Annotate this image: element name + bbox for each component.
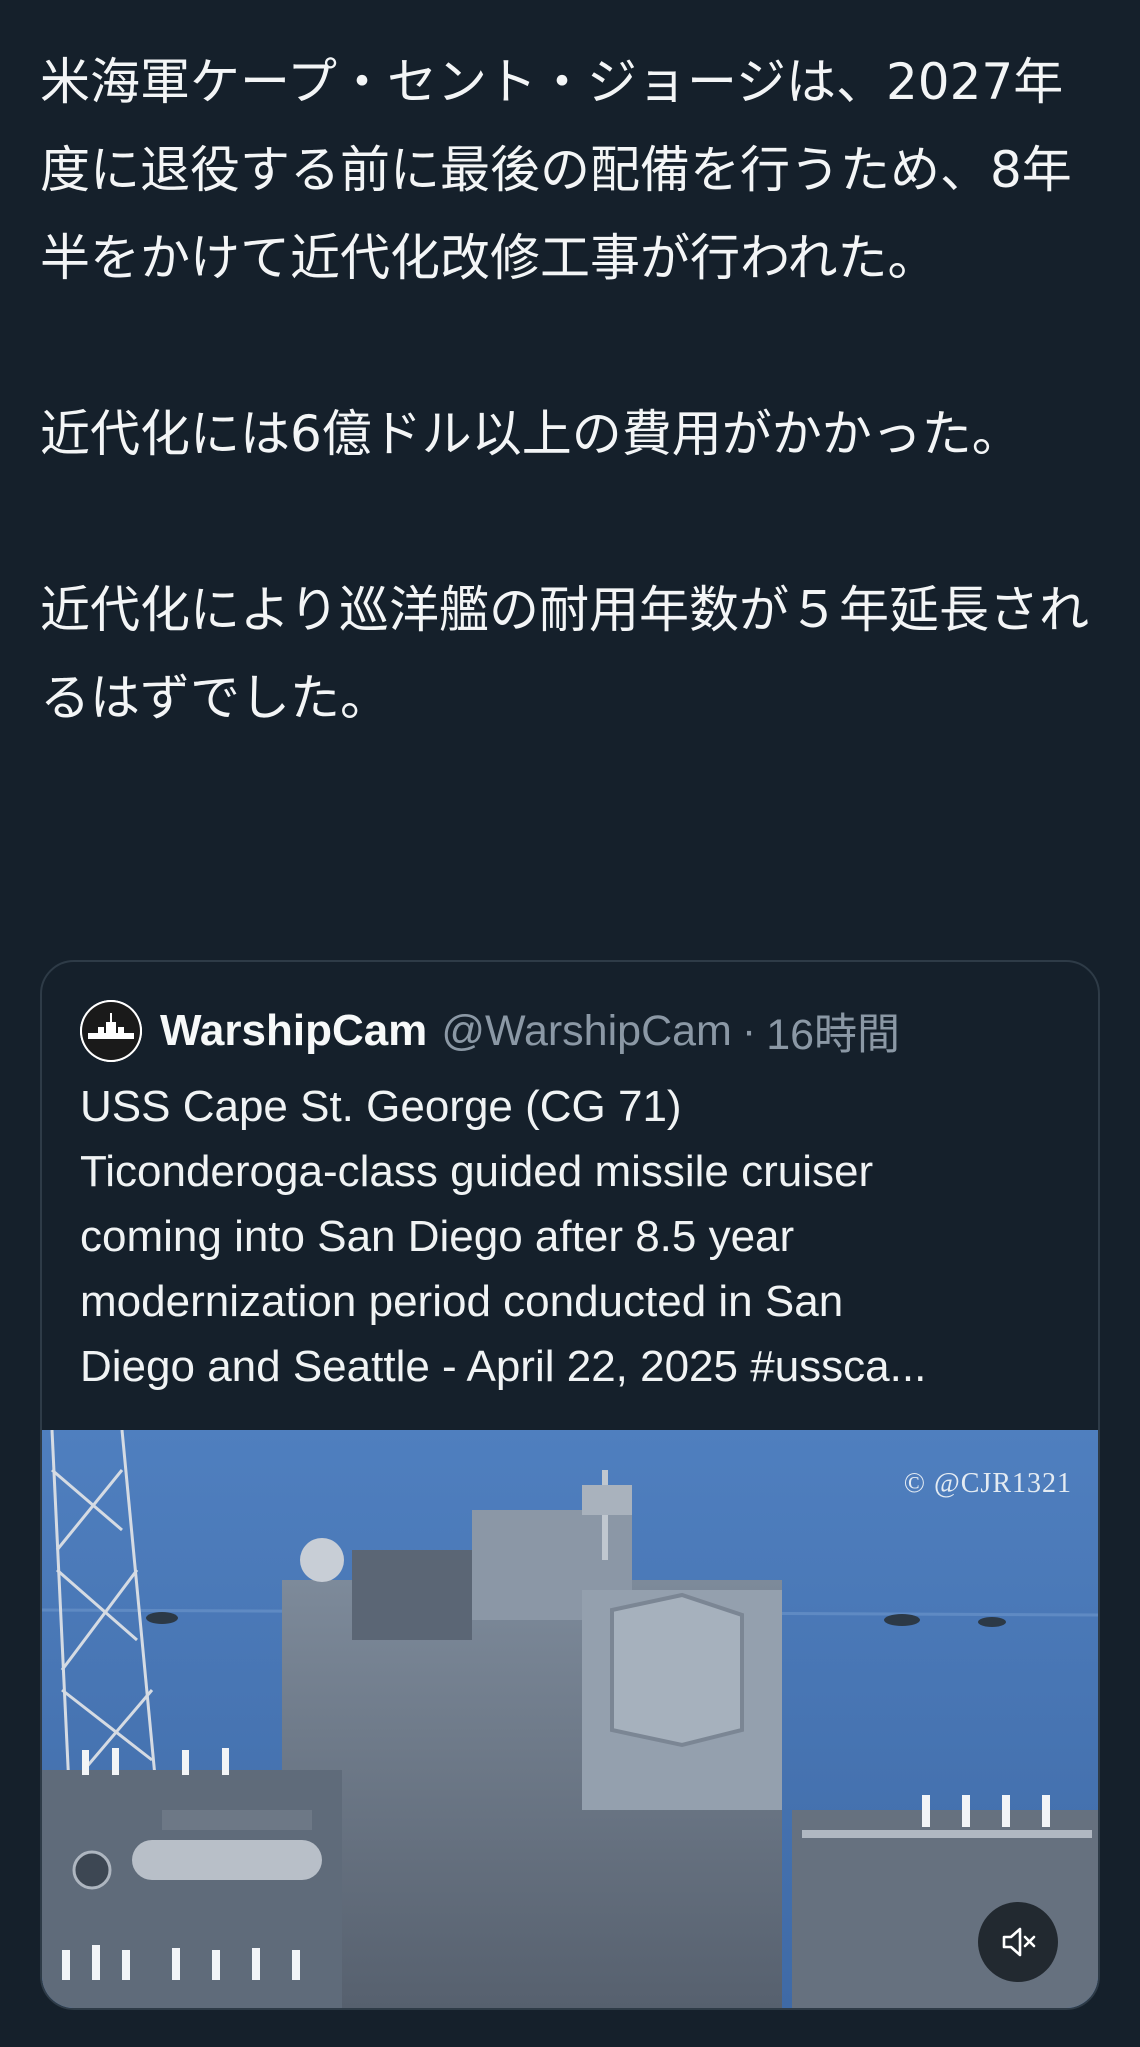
post-text: 米海軍ケープ・セント・ジョージは、2027年度に退役する前に最後の配備を行うため…: [40, 38, 1100, 742]
quoted-text-line: modernization period conducted in San: [80, 1277, 844, 1326]
speaker-muted-icon: [1002, 1927, 1036, 1957]
quoted-text-line: USS Cape St. George (CG 71): [80, 1082, 682, 1131]
quoted-text-line: Ticonderoga-class guided missile cruiser: [80, 1147, 874, 1196]
mute-button[interactable]: [978, 1902, 1058, 1982]
warship-logo-icon: [80, 1000, 142, 1062]
post-paragraph-2: 近代化には6億ドル以上の費用がかかった。: [40, 405, 1022, 463]
quoted-timestamp[interactable]: 16時間: [766, 1000, 900, 1062]
quoted-post[interactable]: WarshipCam @WarshipCam · 16時間 USS Cape S…: [40, 960, 1100, 2010]
quoted-post-text: USS Cape St. George (CG 71) Ticonderoga-…: [80, 1074, 1070, 1399]
separator-dot: ·: [741, 1006, 757, 1055]
post-paragraph-1: 米海軍ケープ・セント・ジョージは、2027年度に退役する前に最後の配備を行うため…: [40, 53, 1072, 287]
avatar[interactable]: [80, 1000, 142, 1062]
quoted-text-line: Diego and Seattle - April 22, 2025 #ussc…: [80, 1342, 927, 1391]
quoted-post-header: WarshipCam @WarshipCam · 16時間: [80, 996, 900, 1066]
photo-watermark: © @CJR1321: [903, 1468, 1072, 1499]
warship-photo: [42, 1430, 1098, 2008]
post-paragraph-3: 近代化により巡洋艦の耐用年数が５年延長されるはずでした。: [40, 581, 1089, 727]
quoted-handle[interactable]: @WarshipCam: [441, 1007, 732, 1056]
quoted-media-video[interactable]: © @CJR1321: [42, 1430, 1098, 2008]
quoted-display-name[interactable]: WarshipCam: [160, 1006, 427, 1056]
quoted-text-line: coming into San Diego after 8.5 year: [80, 1212, 795, 1261]
